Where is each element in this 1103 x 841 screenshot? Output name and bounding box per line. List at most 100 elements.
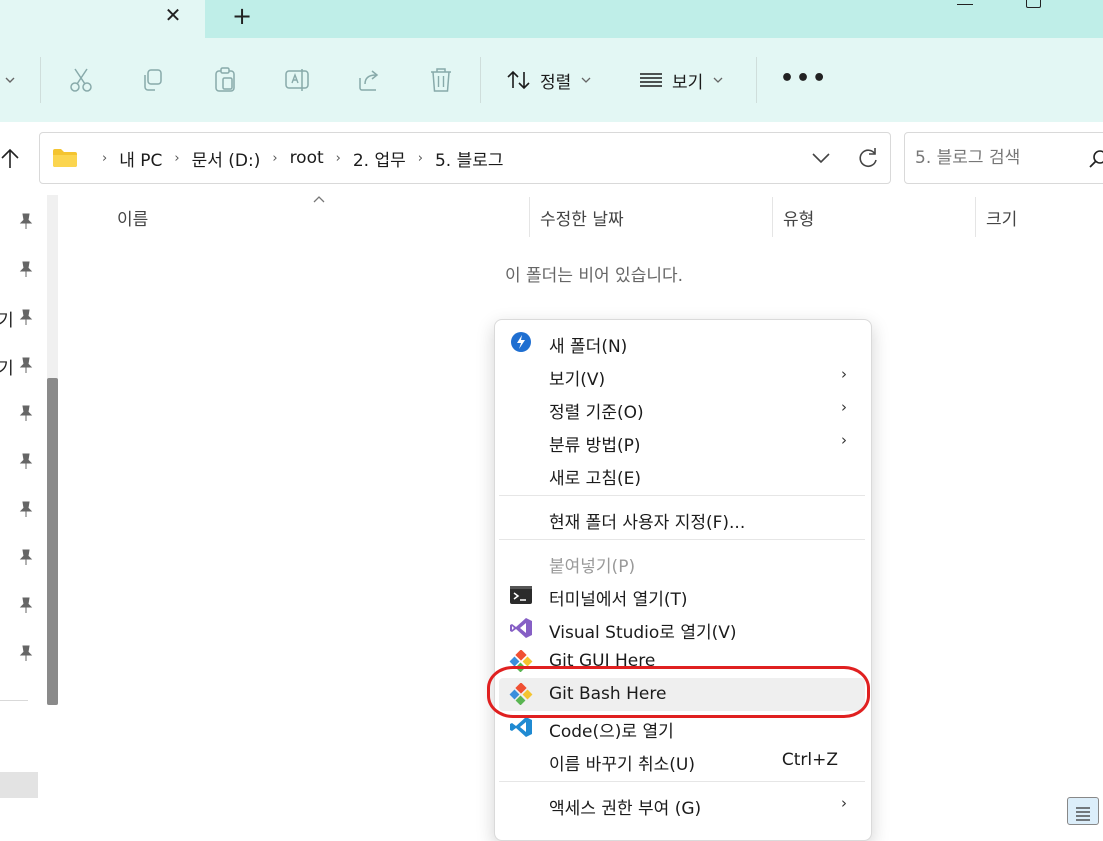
- column-header-name[interactable]: 이름: [117, 205, 148, 230]
- submenu-arrow-icon: ›: [841, 794, 847, 812]
- sort-caret-icon: [313, 196, 325, 203]
- details-view-button[interactable]: [1067, 797, 1099, 825]
- breadcrumb-item[interactable]: 문서 (D:): [192, 146, 261, 171]
- menu-item-view[interactable]: 보기(V) ›: [499, 359, 865, 392]
- nav-item-label: 기: [0, 311, 14, 331]
- search-input[interactable]: [915, 145, 1075, 171]
- menu-item-group-by[interactable]: 분류 방법(P) ›: [499, 425, 865, 458]
- menu-item-label: 정렬 기준(O): [549, 403, 644, 423]
- vscode-icon: [510, 717, 532, 737]
- breadcrumb-item[interactable]: root: [290, 148, 324, 168]
- up-arrow-icon[interactable]: [0, 146, 20, 172]
- view-label: 보기: [672, 72, 704, 93]
- pin-icon: [19, 261, 33, 277]
- new-folder-icon: [511, 332, 531, 352]
- column-divider[interactable]: [772, 197, 773, 237]
- menu-item-label: 붙여넣기(P): [549, 557, 636, 577]
- menu-item-label: Visual Studio로 열기(V): [549, 623, 737, 643]
- more-options-button[interactable]: •••: [780, 66, 828, 91]
- search-box[interactable]: [904, 132, 1103, 184]
- column-header-modified[interactable]: 수정한 날짜: [540, 205, 624, 230]
- breadcrumb-separator[interactable]: ›: [336, 151, 341, 166]
- menu-item-refresh[interactable]: 새로 고침(E): [499, 458, 865, 491]
- menu-item-label: 새 폴더(N): [549, 337, 628, 357]
- delete-icon[interactable]: [428, 66, 454, 94]
- view-button[interactable]: 보기: [638, 64, 723, 96]
- rename-icon[interactable]: [284, 66, 310, 94]
- menu-item-label: 새로 고침(E): [549, 469, 641, 489]
- sort-button[interactable]: 정렬: [506, 64, 591, 96]
- menu-item-paste: 붙여넣기(P): [499, 546, 865, 579]
- nav-item-pinned[interactable]: [0, 496, 40, 522]
- nav-item-pinned[interactable]: [0, 544, 40, 570]
- column-divider[interactable]: [529, 197, 530, 237]
- pin-icon: [19, 405, 33, 421]
- toolbar-divider: [480, 57, 481, 103]
- cut-icon[interactable]: [68, 66, 94, 94]
- nav-item-selected[interactable]: [0, 772, 38, 798]
- pin-icon: [19, 549, 33, 565]
- nav-item-pinned[interactable]: 기: [0, 304, 40, 331]
- maximize-button[interactable]: [1026, 0, 1041, 8]
- breadcrumb-item[interactable]: 내 PC: [119, 146, 162, 171]
- breadcrumb-item[interactable]: 5. 블로그: [435, 146, 504, 171]
- minimize-button[interactable]: [957, 0, 973, 5]
- nav-item-pinned[interactable]: 기: [0, 352, 40, 379]
- pin-icon: [19, 453, 33, 469]
- context-menu: 새 폴더(N) 보기(V) › 정렬 기준(O) › 분류 방법(P) › 새로…: [494, 319, 872, 841]
- menu-separator: [499, 495, 865, 496]
- column-header-size[interactable]: 크기: [986, 205, 1017, 230]
- nav-item-pinned[interactable]: [0, 208, 40, 234]
- breadcrumb-separator: ›: [102, 150, 108, 166]
- breadcrumb-separator[interactable]: ›: [418, 151, 423, 166]
- submenu-arrow-icon: ›: [841, 398, 847, 416]
- chevron-down-icon[interactable]: [808, 145, 834, 171]
- refresh-icon[interactable]: [855, 145, 881, 171]
- pin-icon: [19, 501, 33, 517]
- nav-item-pinned[interactable]: [0, 400, 40, 426]
- breadcrumb-separator[interactable]: ›: [174, 151, 179, 166]
- nav-item-pinned[interactable]: [0, 592, 40, 618]
- details-view-icon: [1076, 807, 1090, 821]
- breadcrumb-separator[interactable]: ›: [272, 151, 277, 166]
- menu-item-label: 현재 폴더 사용자 지정(F)...: [549, 513, 746, 533]
- nav-item-label: 기: [0, 359, 14, 379]
- menu-item-open-terminal[interactable]: 터미널에서 열기(T): [499, 579, 865, 612]
- share-icon[interactable]: [356, 66, 382, 94]
- address-bar[interactable]: › 내 PC › 문서 (D:) › root › 2. 업무 › 5. 블로그: [39, 132, 891, 184]
- tab-close-icon[interactable]: ✕: [160, 2, 186, 28]
- nav-divider: [0, 700, 28, 701]
- nav-item-pinned[interactable]: [0, 640, 40, 666]
- menu-item-label: 분류 방법(P): [549, 436, 641, 456]
- menu-item-open-visual-studio[interactable]: Visual Studio로 열기(V): [499, 612, 865, 645]
- column-header-type[interactable]: 유형: [783, 205, 814, 230]
- search-icon[interactable]: [1089, 149, 1103, 169]
- menu-item-shortcut: Ctrl+Z: [781, 750, 838, 770]
- chevron-down-icon[interactable]: [4, 74, 16, 86]
- breadcrumb-item[interactable]: 2. 업무: [353, 146, 406, 171]
- menu-item-customize-folder[interactable]: 현재 폴더 사용자 지정(F)...: [499, 502, 865, 535]
- menu-item-sort-by[interactable]: 정렬 기준(O) ›: [499, 392, 865, 425]
- pin-icon: [19, 597, 33, 613]
- menu-item-give-access[interactable]: 액세스 권한 부여 (G) ›: [499, 788, 865, 821]
- menu-item-new-folder[interactable]: 새 폴더(N): [499, 326, 865, 359]
- new-tab-button[interactable]: +: [228, 2, 256, 30]
- view-list-icon: [640, 73, 662, 87]
- menu-separator: [499, 781, 865, 782]
- menu-item-undo-rename[interactable]: 이름 바꾸기 취소(U) Ctrl+Z: [499, 744, 865, 777]
- nav-scrollbar-thumb[interactable]: [47, 378, 58, 705]
- terminal-icon: [510, 586, 532, 604]
- pin-icon: [19, 357, 33, 373]
- copy-icon[interactable]: [140, 66, 166, 94]
- pin-icon: [19, 309, 33, 325]
- highlight-annotation: [487, 666, 870, 718]
- paste-icon[interactable]: [212, 66, 238, 94]
- nav-item-pinned[interactable]: [0, 448, 40, 474]
- nav-item-pinned[interactable]: [0, 256, 40, 282]
- visual-studio-icon: [510, 618, 532, 638]
- column-divider[interactable]: [975, 197, 976, 237]
- chevron-down-icon: [581, 77, 591, 83]
- chevron-down-icon: [713, 77, 723, 83]
- menu-item-label: 보기(V): [549, 370, 606, 390]
- toolbar-divider: [40, 57, 41, 103]
